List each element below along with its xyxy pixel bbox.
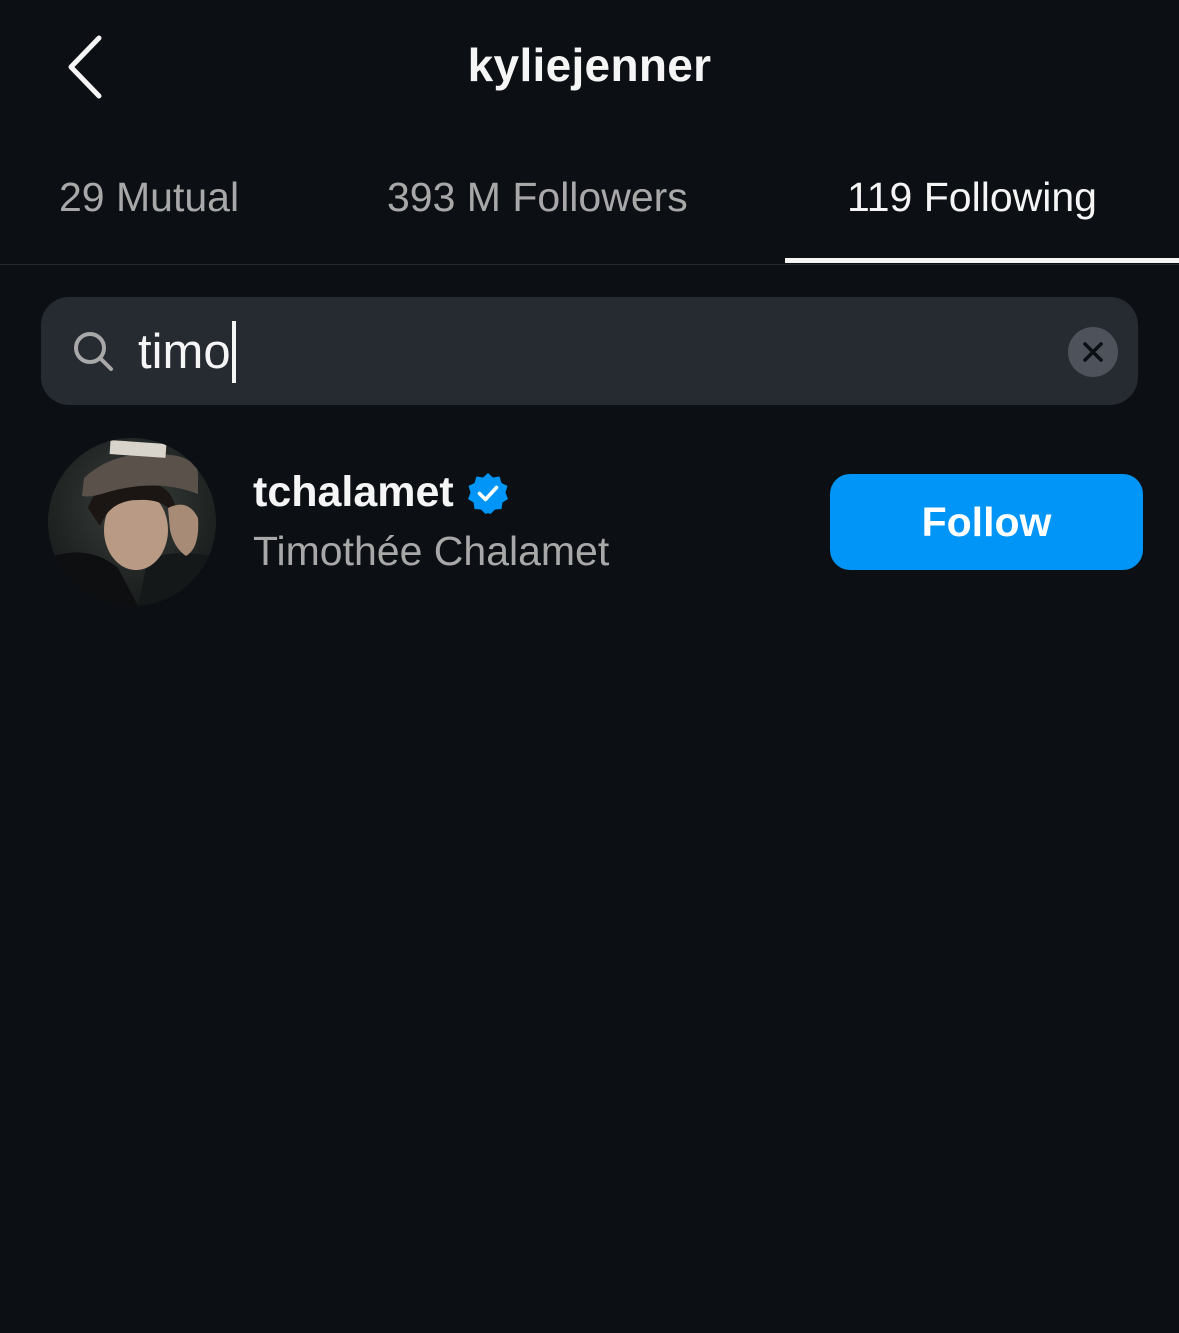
active-tab-indicator [785,258,1179,263]
username-line: tchalamet [253,468,510,517]
follow-button[interactable]: Follow [830,474,1143,570]
verified-badge-icon [467,472,508,514]
clear-search-button[interactable] [1068,327,1118,377]
top-bar: kyliejenner [0,0,1179,134]
full-name: Timothée Chalamet [253,528,610,574]
tab-mutual[interactable]: 29 Mutual [59,174,239,221]
search-input-value: timo [138,325,231,379]
profile-photo [48,438,216,606]
search-input[interactable]: timo [138,321,236,383]
tab-followers[interactable]: 393 M Followers [387,174,688,221]
search-bar[interactable]: timo [41,297,1138,405]
list-item[interactable]: tchalamet Timothée Chalamet Follow [0,430,1179,620]
avatar[interactable] [48,438,216,606]
tab-bar: 29 Mutual 393 M Followers 119 Following [0,134,1179,265]
clear-icon [1083,342,1103,362]
username: tchalamet [253,468,454,516]
tab-following[interactable]: 119 Following [847,174,1097,221]
text-caret [231,321,236,383]
search-icon [74,332,113,371]
page-title: kyliejenner [467,39,712,91]
